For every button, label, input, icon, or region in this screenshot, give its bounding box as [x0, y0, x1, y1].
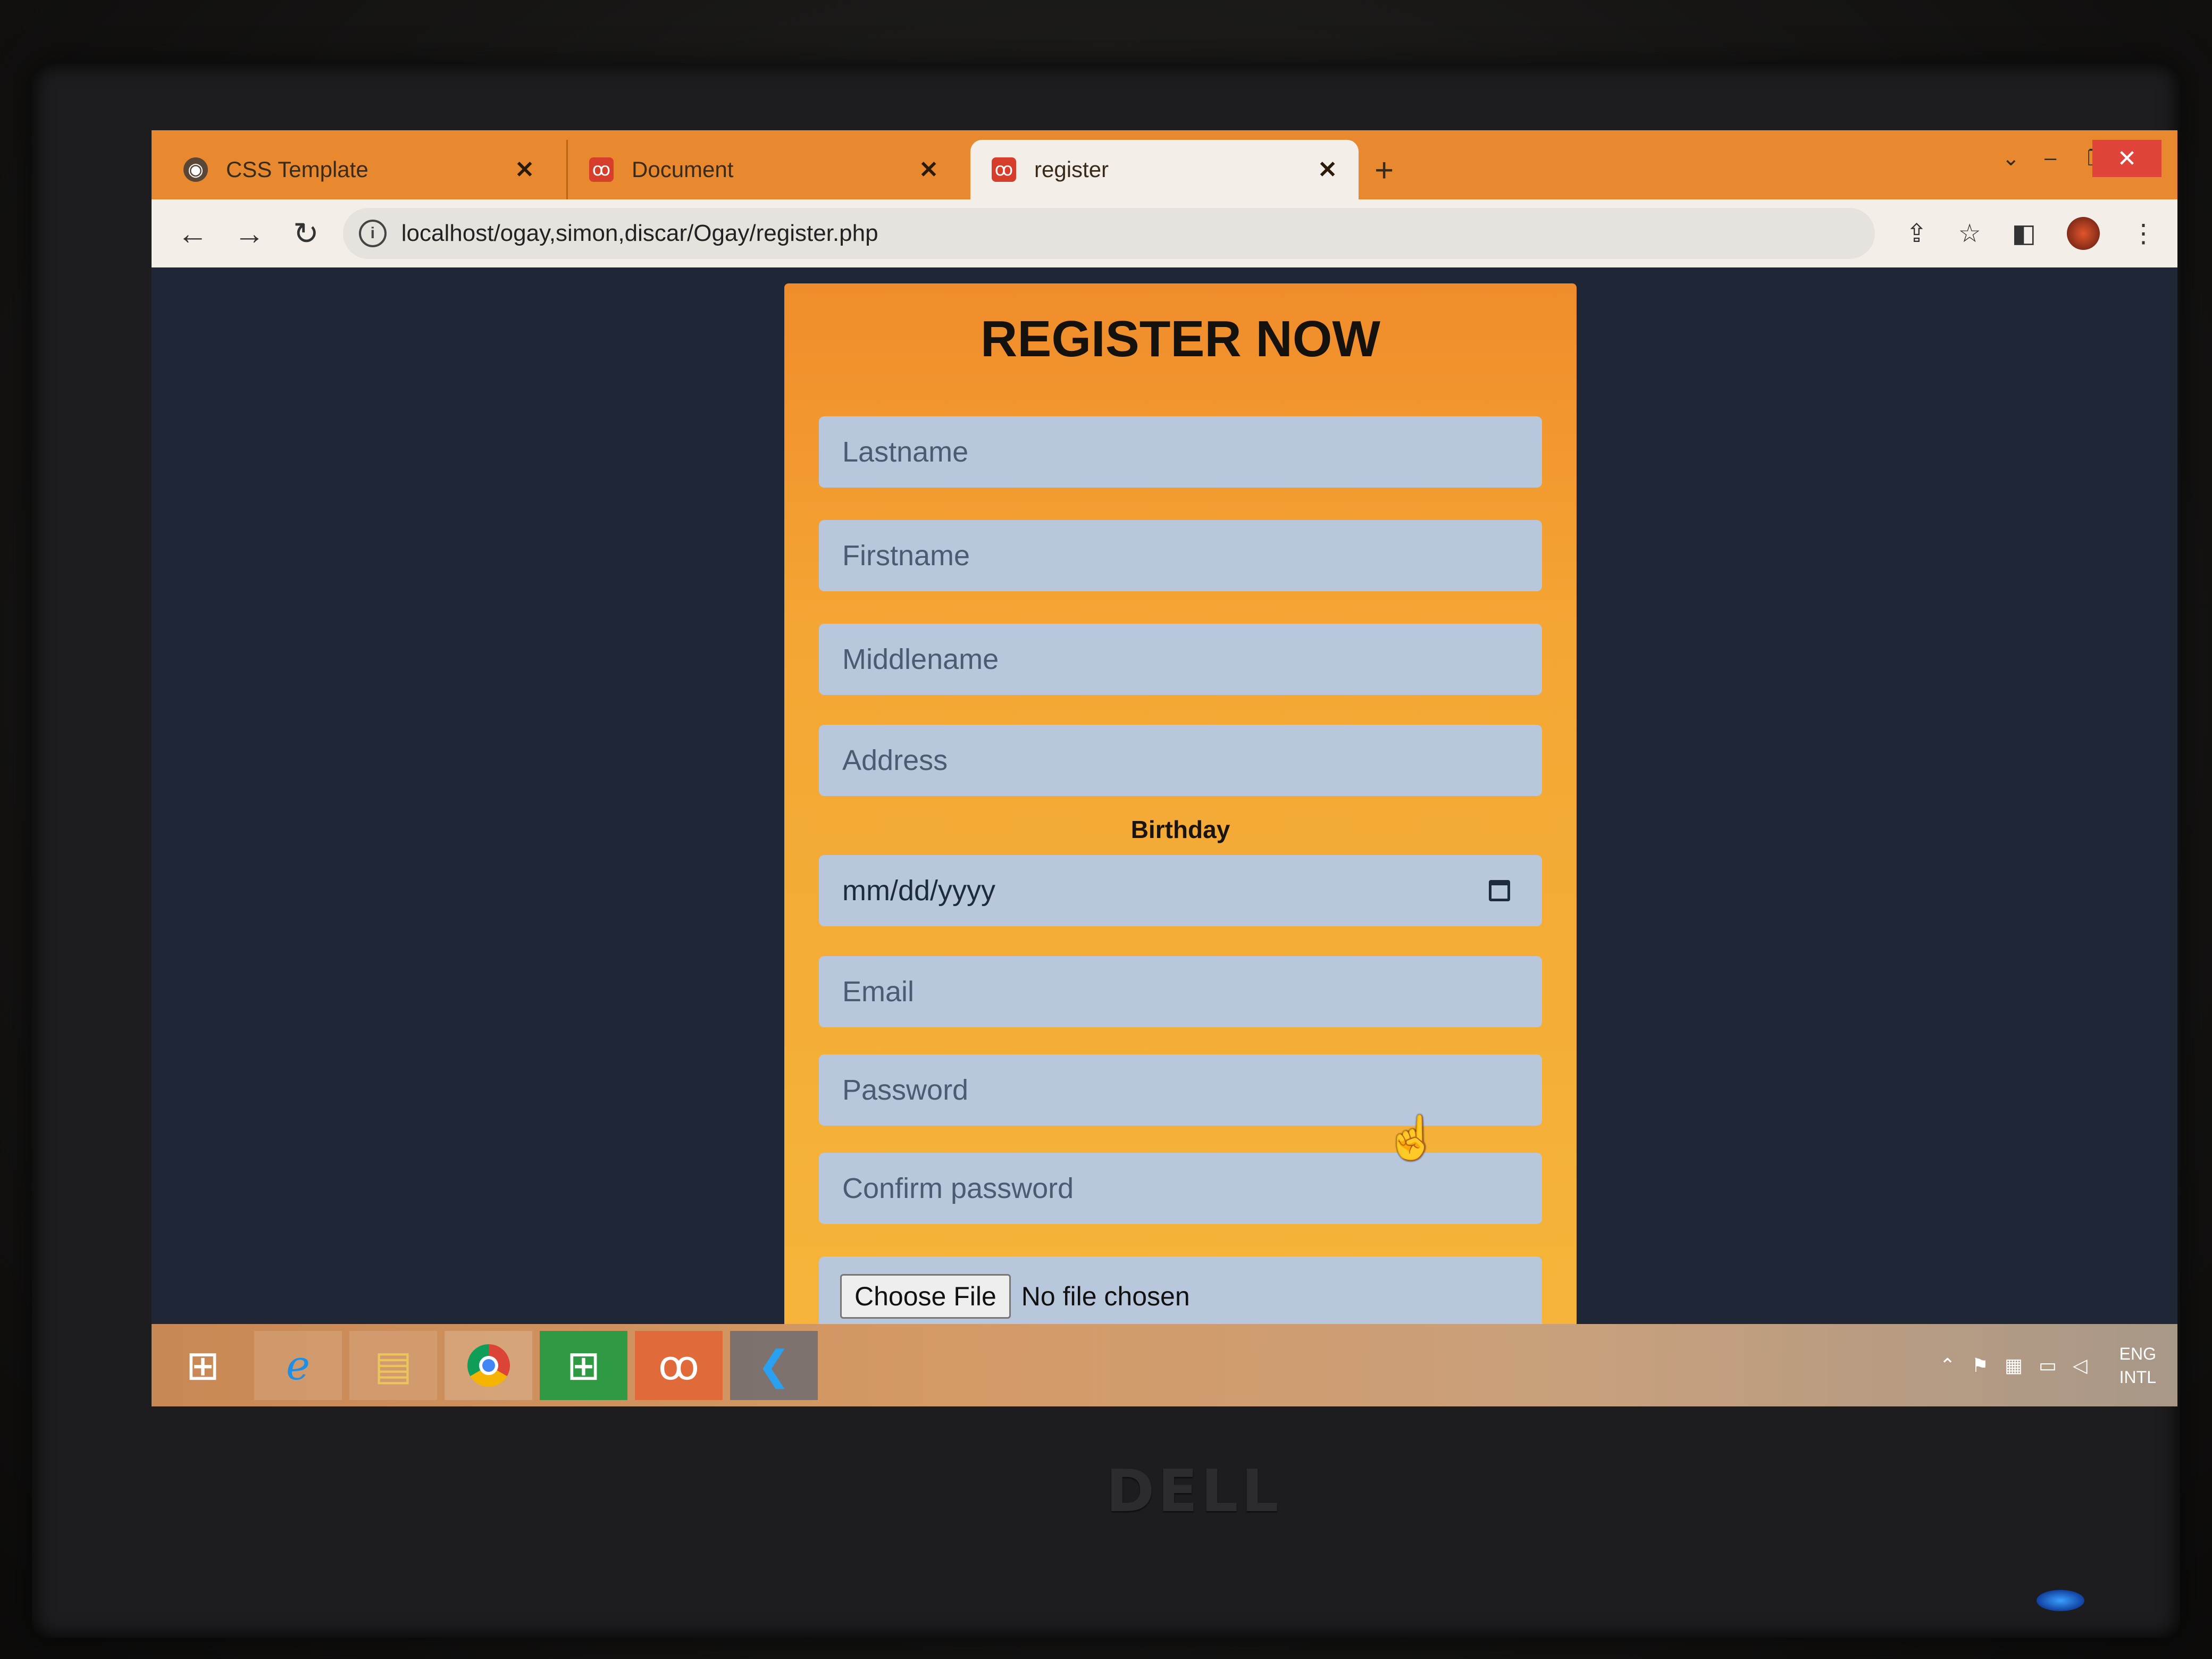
address-bar[interactable]: i localhost/ogay,simon,discar/Ogay/regis…: [342, 208, 1875, 259]
system-tray: ⌃ ⚑ ▦ ▭ ◁ ENG INTL: [1923, 1342, 2156, 1389]
minimize-icon[interactable]: –: [2045, 146, 2056, 170]
register-card: REGISTER NOW Lastname Firstname Middlena…: [784, 283, 1577, 1406]
address-placeholder: Address: [842, 744, 948, 776]
email-input[interactable]: Email: [819, 956, 1542, 1027]
share-icon[interactable]: ⇪: [1906, 219, 1927, 248]
profile-avatar[interactable]: [2067, 217, 2100, 250]
close-icon[interactable]: ✕: [1318, 156, 1337, 183]
network-icon[interactable]: ▦: [2005, 1354, 2023, 1377]
lang-top: ENG: [2119, 1344, 2156, 1363]
tab-title: register: [1034, 157, 1109, 182]
file-status: No file chosen: [1021, 1281, 1190, 1311]
new-tab-button[interactable]: +: [1375, 152, 1394, 189]
firstname-placeholder: Firstname: [842, 540, 970, 572]
reload-icon[interactable]: ↻: [290, 215, 322, 252]
page-title: REGISTER NOW: [980, 311, 1380, 367]
tab-strip: ◉ CSS Template ✕ ꝏ Document ✕ ꝏ register…: [152, 130, 2177, 199]
tray-chevron-icon[interactable]: ⌃: [1939, 1354, 1955, 1377]
middlename-placeholder: Middlename: [842, 643, 999, 675]
lastname-placeholder: Lastname: [842, 436, 969, 468]
xampp-icon: ꝏ: [992, 157, 1016, 182]
confirm-password-input[interactable]: Confirm password: [819, 1153, 1542, 1224]
start-icon[interactable]: ⊞: [159, 1331, 247, 1400]
power-led: [2037, 1590, 2084, 1611]
file-explorer-icon[interactable]: ▤: [349, 1330, 437, 1400]
close-icon[interactable]: ✕: [515, 156, 534, 183]
password-placeholder: Password: [842, 1074, 969, 1106]
chrome-logo: [467, 1344, 510, 1387]
middlename-input[interactable]: Middlename: [819, 624, 1542, 695]
info-icon[interactable]: i: [358, 220, 387, 247]
choose-file-button[interactable]: Choose File: [840, 1274, 1011, 1319]
screen: ◉ CSS Template ✕ ꝏ Document ✕ ꝏ register…: [152, 130, 2177, 1406]
address-input[interactable]: Address: [819, 725, 1542, 796]
xampp-icon: ꝏ: [589, 157, 614, 182]
confirm-password-placeholder: Confirm password: [842, 1172, 1074, 1204]
taskbar: ⊞ ℯ ▤ ⊞ ꝏ ❮ ⌃ ⚑ ▦ ▭ ◁ ENG INTL: [152, 1324, 2177, 1406]
globe-icon: ◉: [183, 157, 208, 182]
lastname-input[interactable]: Lastname: [819, 416, 1542, 488]
language-indicator[interactable]: ENG INTL: [2104, 1342, 2156, 1389]
volume-icon[interactable]: ◁: [2073, 1354, 2088, 1377]
tab-search-icon[interactable]: ⌄: [2002, 146, 2020, 171]
birthday-label: Birthday: [1130, 816, 1230, 843]
back-icon[interactable]: ←: [177, 216, 208, 252]
window-close-button[interactable]: ✕: [2092, 140, 2161, 177]
close-icon[interactable]: ✕: [919, 156, 939, 183]
email-placeholder: Email: [842, 976, 915, 1008]
menu-kebab-icon[interactable]: ⋮: [2131, 219, 2156, 248]
chrome-icon[interactable]: [445, 1330, 532, 1400]
tab-register[interactable]: ꝏ register ✕: [970, 140, 1359, 199]
toolbar-actions: ⇪ ☆ ◧ ⋮: [1875, 217, 2156, 250]
lang-bottom: INTL: [2119, 1367, 2156, 1387]
dell-logo: DELL: [1106, 1457, 1282, 1525]
vscode-icon[interactable]: ❮: [730, 1330, 818, 1400]
page-content: REGISTER NOW Lastname Firstname Middlena…: [152, 267, 2177, 1406]
side-panel-icon[interactable]: ◧: [2012, 219, 2036, 248]
tab-title: CSS Template: [226, 157, 368, 182]
hand-cursor-icon: ☝: [1385, 1114, 1438, 1161]
flag-icon[interactable]: ⚑: [1972, 1354, 1989, 1377]
firstname-input[interactable]: Firstname: [819, 520, 1542, 591]
tab-title: Document: [632, 157, 734, 182]
forward-icon[interactable]: →: [234, 216, 265, 252]
tab-css-template[interactable]: ◉ CSS Template ✕: [162, 140, 556, 199]
tab-document[interactable]: ꝏ Document ✕: [566, 140, 960, 199]
birthday-value: mm/dd/yyyy: [842, 875, 996, 907]
browser-toolbar: ← → ↻ i localhost/ogay,simon,discar/Ogay…: [152, 199, 2177, 267]
battery-icon[interactable]: ▭: [2039, 1354, 2057, 1377]
bookmark-star-icon[interactable]: ☆: [1958, 219, 1981, 248]
internet-explorer-icon[interactable]: ℯ: [254, 1330, 342, 1400]
store-icon[interactable]: ⊞: [540, 1330, 627, 1400]
birthday-date-input[interactable]: mm/dd/yyyy: [819, 855, 1542, 926]
xampp-icon[interactable]: ꝏ: [635, 1330, 723, 1400]
address-url[interactable]: localhost/ogay,simon,discar/Ogay/registe…: [401, 220, 878, 247]
calendar-icon[interactable]: [1489, 880, 1510, 901]
